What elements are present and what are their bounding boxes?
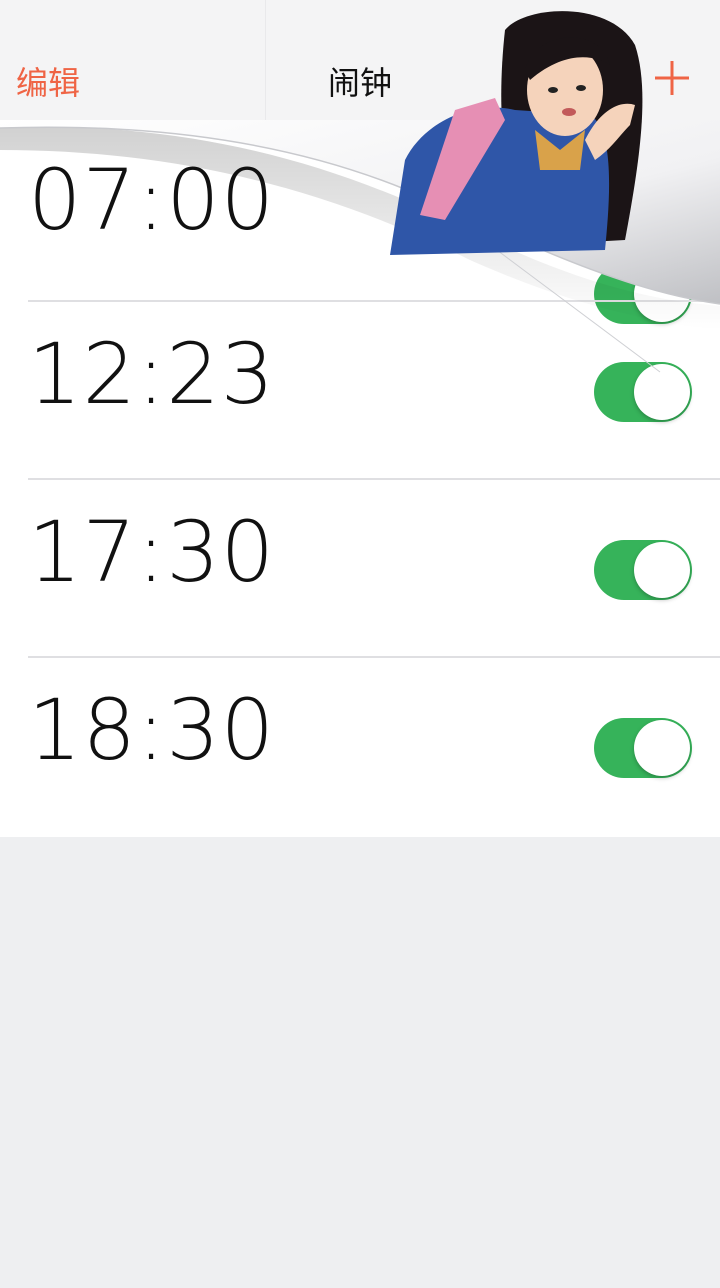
alarm-row[interactable]: 18:30 [0, 658, 720, 836]
alarm-row[interactable]: 17:30 [0, 480, 720, 658]
nav-divider [265, 0, 266, 125]
alarm-row[interactable]: 12:23 [0, 302, 720, 480]
sticker-girl-image [390, 11, 643, 255]
alarm-time: 18:30 [28, 681, 276, 779]
alarm-toggle[interactable] [594, 362, 692, 422]
add-alarm-button[interactable] [654, 60, 690, 96]
alarm-time: 17:30 [28, 503, 276, 601]
alarm-time: 12:23 [28, 325, 276, 423]
alarm-time: 07:00 [28, 151, 276, 249]
alarm-screen: 编辑 闹钟 07:00 12:23 17:30 18:30 [0, 0, 720, 1288]
toggle-knob [634, 720, 690, 776]
alarm-toggle[interactable] [594, 540, 692, 600]
edit-button[interactable]: 编辑 [16, 58, 80, 104]
alarm-toggle[interactable] [594, 718, 692, 778]
toggle-knob [634, 542, 690, 598]
plus-icon [655, 61, 689, 95]
toggle-knob [634, 364, 690, 420]
